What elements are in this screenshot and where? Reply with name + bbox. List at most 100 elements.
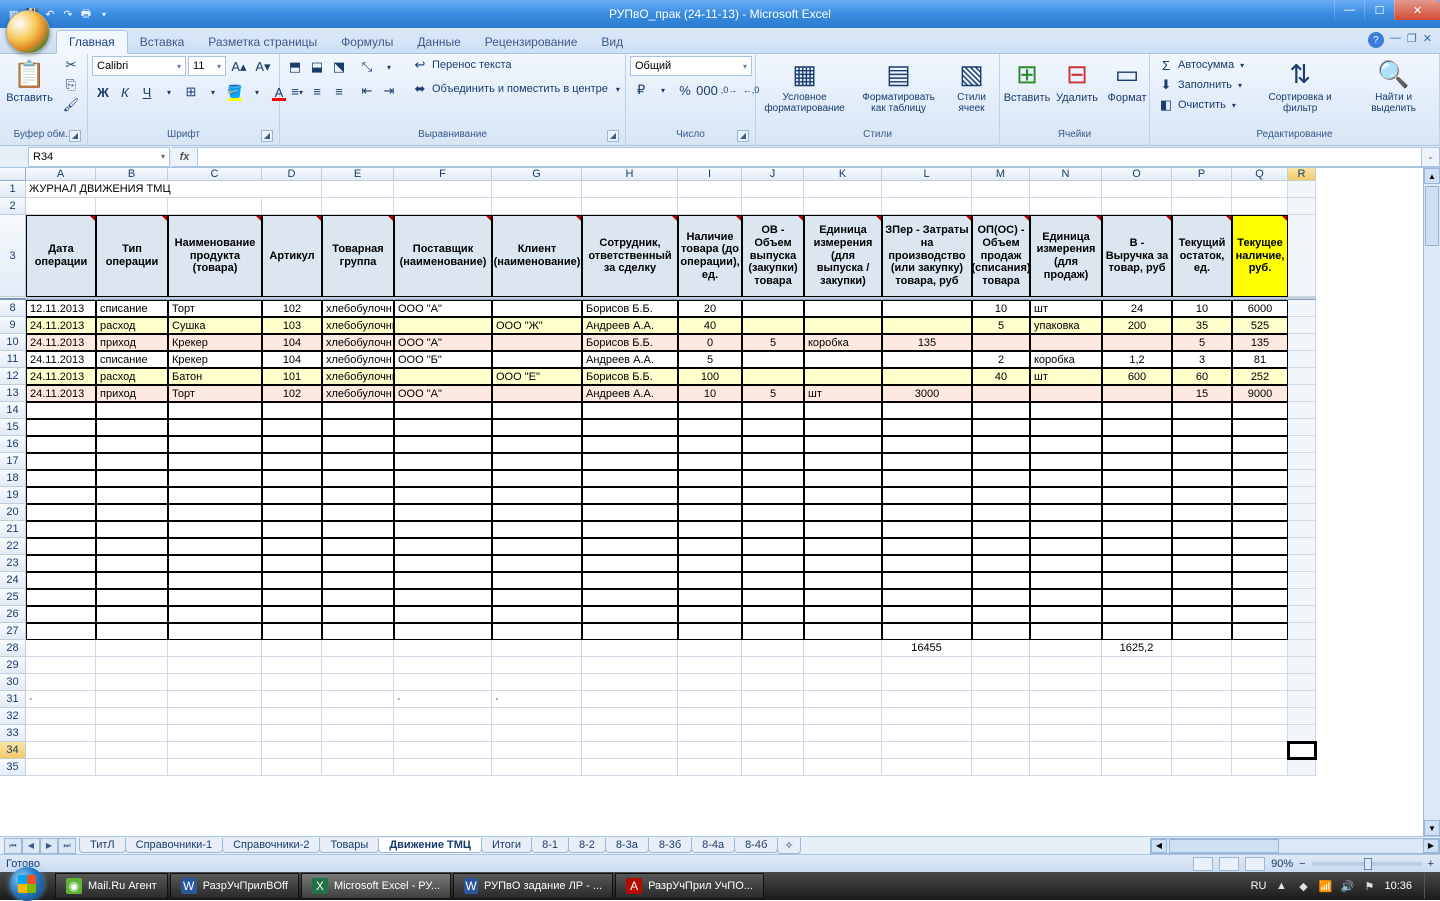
- italic-button[interactable]: К: [114, 81, 136, 103]
- scroll-up-icon[interactable]: ▲: [1424, 168, 1440, 184]
- ribbon-tab[interactable]: Данные: [405, 31, 472, 53]
- sheet-tab[interactable]: Движение ТМЦ: [378, 838, 482, 853]
- table-cell[interactable]: 40: [678, 317, 742, 334]
- doc-restore-icon[interactable]: ❐: [1407, 32, 1417, 48]
- table-cell[interactable]: Сушка: [168, 317, 262, 334]
- table-cell[interactable]: 104: [262, 334, 322, 351]
- table-cell[interactable]: [492, 334, 582, 351]
- start-button[interactable]: [0, 872, 54, 900]
- redo-icon[interactable]: ↷: [60, 6, 76, 22]
- fill-color-button[interactable]: 🪣: [224, 81, 246, 103]
- close-button[interactable]: ✕: [1394, 0, 1440, 20]
- align-right-button[interactable]: ≡: [328, 80, 350, 102]
- sheet-tab[interactable]: 8-4а: [691, 838, 735, 853]
- table-cell[interactable]: [1102, 334, 1172, 351]
- table-cell[interactable]: [742, 300, 804, 317]
- orientation-button[interactable]: ⤡: [356, 56, 378, 78]
- table-cell[interactable]: ООО "Ж": [492, 317, 582, 334]
- copy-button[interactable]: ⎘: [59, 76, 83, 94]
- table-cell[interactable]: Батон: [168, 368, 262, 385]
- table-cell[interactable]: Борисов Б.Б.: [582, 300, 678, 317]
- table-cell[interactable]: списание: [96, 351, 168, 368]
- horizontal-scrollbar[interactable]: ◀ ▶: [1150, 838, 1440, 854]
- table-cell[interactable]: 252: [1232, 368, 1288, 385]
- table-cell[interactable]: 2: [972, 351, 1030, 368]
- table-cell[interactable]: 103: [262, 317, 322, 334]
- table-cell[interactable]: [804, 368, 882, 385]
- vertical-scrollbar[interactable]: ▲ ▼: [1423, 168, 1440, 836]
- table-cell[interactable]: шт: [1030, 300, 1102, 317]
- table-cell[interactable]: [882, 368, 972, 385]
- zoom-out-button[interactable]: −: [1299, 858, 1305, 870]
- table-cell[interactable]: 12.11.2013: [26, 300, 96, 317]
- ribbon-tab[interactable]: Главная: [56, 30, 128, 54]
- table-cell[interactable]: 5: [678, 351, 742, 368]
- table-cell[interactable]: [804, 317, 882, 334]
- table-cell[interactable]: 24.11.2013: [26, 317, 96, 334]
- table-cell[interactable]: [742, 351, 804, 368]
- table-cell[interactable]: ООО "А": [394, 300, 492, 317]
- table-cell[interactable]: [742, 317, 804, 334]
- table-cell[interactable]: 60: [1172, 368, 1232, 385]
- normal-view-button[interactable]: [1193, 857, 1213, 871]
- table-cell[interactable]: [492, 385, 582, 402]
- language-indicator[interactable]: RU: [1251, 880, 1267, 892]
- minimize-button[interactable]: —: [1334, 0, 1364, 20]
- table-cell[interactable]: 24.11.2013: [26, 334, 96, 351]
- table-cell[interactable]: Андреев А.А.: [582, 385, 678, 402]
- sheet-tab[interactable]: 8-4б: [734, 838, 778, 853]
- doc-close-icon[interactable]: ✕: [1423, 32, 1432, 48]
- table-cell[interactable]: [492, 351, 582, 368]
- table-cell[interactable]: приход: [96, 385, 168, 402]
- font-name-dropdown[interactable]: Calibri▾: [92, 56, 186, 76]
- table-cell[interactable]: [742, 368, 804, 385]
- decrease-indent-button[interactable]: ⇤: [356, 80, 378, 102]
- column-header[interactable]: M: [972, 168, 1030, 181]
- table-cell[interactable]: 102: [262, 385, 322, 402]
- table-cell[interactable]: 200: [1102, 317, 1172, 334]
- column-header[interactable]: Q: [1232, 168, 1288, 181]
- fill-button[interactable]: ⬇Заполнить▾: [1154, 76, 1248, 94]
- dialog-launcher-icon[interactable]: ◢: [737, 130, 749, 142]
- taskbar-button[interactable]: WРазрУчПрилВOff: [170, 873, 299, 899]
- table-cell[interactable]: Крекер: [168, 351, 262, 368]
- scroll-thumb[interactable]: [1425, 186, 1439, 246]
- table-cell[interactable]: 100: [678, 368, 742, 385]
- ribbon-tab[interactable]: Рецензирование: [473, 31, 590, 53]
- conditional-format-button[interactable]: ▦Условное форматирование: [760, 56, 849, 116]
- insert-cells-button[interactable]: ⊞Вставить: [1004, 56, 1050, 106]
- wrap-text-button[interactable]: ↩Перенос текста: [408, 56, 624, 74]
- table-cell[interactable]: 10: [972, 300, 1030, 317]
- table-cell[interactable]: коробка: [1030, 351, 1102, 368]
- table-cell[interactable]: [882, 351, 972, 368]
- fx-button[interactable]: fx: [172, 147, 198, 167]
- table-cell[interactable]: 3: [1172, 351, 1232, 368]
- table-cell[interactable]: хлебобулочн: [322, 334, 394, 351]
- table-cell[interactable]: [394, 317, 492, 334]
- clock[interactable]: 10:36: [1384, 880, 1412, 892]
- delete-cells-button[interactable]: ⊟Удалить: [1054, 56, 1100, 106]
- sheet-nav-last-icon[interactable]: ⏭: [58, 838, 76, 854]
- table-cell[interactable]: хлебобулочные изделия: [322, 368, 394, 385]
- table-cell[interactable]: хлебобулочн: [322, 300, 394, 317]
- table-cell[interactable]: хлебобулочн: [322, 351, 394, 368]
- zoom-level[interactable]: 90%: [1271, 858, 1293, 870]
- page-break-view-button[interactable]: [1245, 857, 1265, 871]
- scroll-right-icon[interactable]: ▶: [1423, 839, 1439, 853]
- table-cell[interactable]: 135: [882, 334, 972, 351]
- table-cell[interactable]: шт: [1030, 368, 1102, 385]
- format-as-table-button[interactable]: ▤Форматировать как таблицу: [853, 56, 944, 116]
- column-header[interactable]: K: [804, 168, 882, 181]
- table-cell[interactable]: [972, 334, 1030, 351]
- table-cell[interactable]: 9000: [1232, 385, 1288, 402]
- taskbar-button[interactable]: ◉Mail.Ru Агент: [55, 873, 168, 899]
- sheet-tab[interactable]: Итоги: [481, 838, 532, 853]
- table-cell[interactable]: Андреев А.А.: [582, 317, 678, 334]
- bold-button[interactable]: Ж: [92, 81, 114, 103]
- sheet-nav-first-icon[interactable]: ⏮: [4, 838, 22, 854]
- percent-button[interactable]: %: [674, 79, 696, 101]
- table-cell[interactable]: коробка: [804, 334, 882, 351]
- format-painter-button[interactable]: 🖌: [59, 96, 83, 114]
- number-format-dropdown[interactable]: Общий▾: [630, 56, 752, 76]
- table-cell[interactable]: Борисов Б.Б.: [582, 334, 678, 351]
